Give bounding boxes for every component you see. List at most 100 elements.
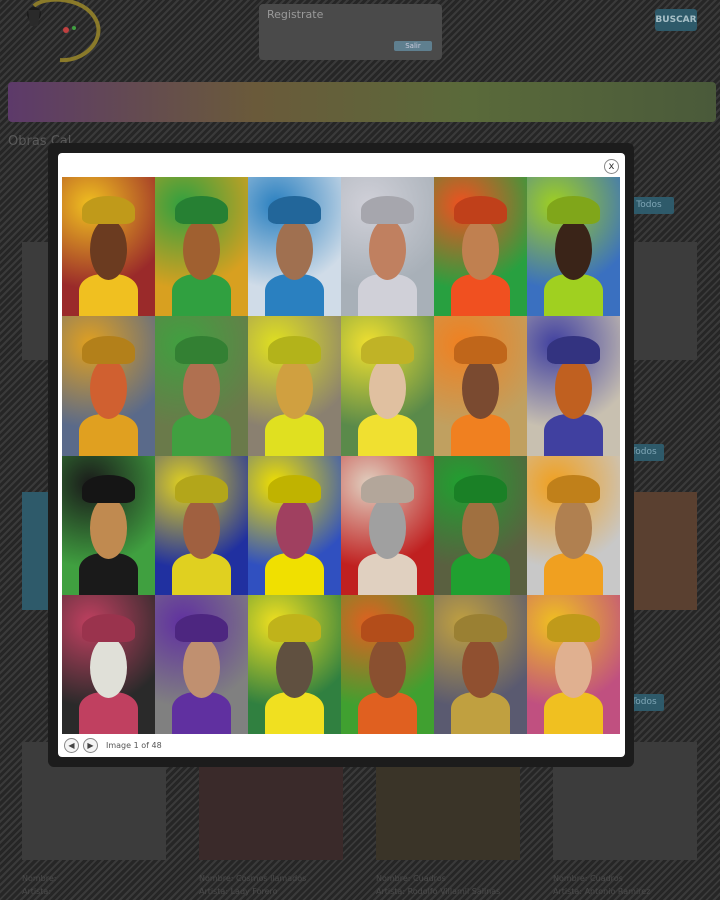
costume-shape [171, 274, 232, 317]
face-shape [89, 636, 128, 698]
hat-shape [547, 196, 600, 225]
hat-shape [268, 335, 321, 364]
image-counter: Image 1 of 48 [106, 740, 162, 750]
artist-value[interactable]: Lady Forero [231, 887, 278, 896]
collage-photo[interactable] [341, 594, 434, 734]
hat-shape [268, 196, 321, 225]
hat-shape [361, 335, 414, 364]
costume-shape [264, 552, 325, 595]
collage-photo[interactable] [248, 594, 341, 734]
face-shape [554, 358, 593, 420]
artwork-card-info: Nombre: Cosmos llamados Artista: Lady Fo… [199, 872, 306, 898]
hat-shape [82, 614, 135, 643]
face-shape [275, 636, 314, 698]
close-button[interactable]: x [604, 159, 619, 174]
collage-photo[interactable] [527, 455, 620, 595]
collage-photo[interactable] [248, 177, 341, 317]
face-shape [368, 497, 407, 559]
login-label[interactable]: Registrate [267, 8, 323, 21]
collage-photo[interactable] [527, 594, 620, 734]
previous-image-button[interactable]: ◀ [64, 737, 79, 753]
hat-shape [361, 614, 414, 643]
lightbox-dialog: x ◀ ▶ Image 1 of 48 [58, 153, 625, 757]
hat-shape [361, 196, 414, 225]
costume-shape [171, 552, 232, 595]
hat-shape [454, 335, 507, 364]
costume-shape [543, 274, 604, 317]
hat-shape [454, 614, 507, 643]
costume-shape [450, 552, 511, 595]
collage-photo[interactable] [155, 316, 248, 456]
lightbox-navigation: ◀ ▶ Image 1 of 48 [64, 737, 162, 753]
face-shape [275, 358, 314, 420]
collage-photo[interactable] [155, 455, 248, 595]
artist-value[interactable]: Antonio Ramirez [585, 887, 651, 896]
artwork-card-info: Nombre: Artista: [22, 872, 56, 898]
site-logo[interactable] [14, 0, 106, 64]
costume-shape [543, 552, 604, 595]
costume-shape [264, 413, 325, 456]
costume-shape [78, 413, 139, 456]
name-value: Cosmos llamados [236, 874, 307, 883]
collage-photo[interactable] [62, 594, 155, 734]
collage-photo[interactable] [434, 177, 527, 317]
name-label: Nombre: [22, 874, 57, 883]
logout-button[interactable]: Salir [394, 41, 432, 51]
costume-shape [171, 413, 232, 456]
collage-photo[interactable] [62, 177, 155, 317]
face-shape [368, 358, 407, 420]
hat-shape [82, 474, 135, 503]
collage-photo[interactable] [434, 455, 527, 595]
name-label: Nombre: [553, 874, 588, 883]
face-shape [368, 636, 407, 698]
artist-label: Artista: [376, 887, 406, 896]
face-shape [182, 218, 221, 281]
collage-photo[interactable] [155, 177, 248, 317]
collage-photo[interactable] [527, 316, 620, 456]
artist-label: Artista: [553, 887, 583, 896]
face-shape [368, 218, 407, 281]
collage-photo[interactable] [341, 455, 434, 595]
artwork-thumbnail[interactable] [625, 242, 697, 360]
collage-photo[interactable] [341, 177, 434, 317]
collage-photo[interactable] [155, 594, 248, 734]
face-shape [182, 358, 221, 420]
face-shape [461, 218, 500, 281]
collage-photo[interactable] [248, 316, 341, 456]
collage-photo[interactable] [248, 455, 341, 595]
face-shape [554, 636, 593, 698]
name-value: Cuadros [413, 874, 446, 883]
collage-photo[interactable] [434, 594, 527, 734]
hat-shape [175, 196, 228, 225]
artist-label: Artista: [22, 887, 52, 896]
collage-photo[interactable] [62, 316, 155, 456]
hat-shape [82, 335, 135, 364]
collage-photo[interactable] [62, 455, 155, 595]
collage-photo[interactable] [341, 316, 434, 456]
artwork-thumbnail[interactable] [625, 492, 697, 610]
costume-shape [450, 413, 511, 456]
hat-shape [547, 614, 600, 643]
collage-photo[interactable] [527, 177, 620, 317]
face-shape [461, 636, 500, 698]
costume-shape [264, 692, 325, 734]
collage-photo[interactable] [434, 316, 527, 456]
hat-shape [454, 474, 507, 503]
artist-value[interactable]: Rodolfo Villamil Salinas [408, 887, 501, 896]
face-shape [89, 218, 128, 281]
artist-label: Artista: [199, 887, 229, 896]
face-shape [275, 497, 314, 559]
costume-shape [357, 692, 418, 734]
next-image-button[interactable]: ▶ [83, 737, 98, 753]
artwork-card-info: Nombre: Cuadros Artista: Rodolfo Villami… [376, 872, 500, 898]
hat-shape [361, 474, 414, 503]
name-value: Cuadros [590, 874, 623, 883]
face-shape [554, 218, 593, 281]
face-shape [461, 358, 500, 420]
search-button[interactable]: BUSCAR [655, 9, 697, 31]
photo-collage[interactable] [62, 177, 620, 734]
costume-shape [450, 274, 511, 317]
costume-shape [450, 692, 511, 734]
hat-shape [175, 335, 228, 364]
hat-shape [268, 474, 321, 503]
